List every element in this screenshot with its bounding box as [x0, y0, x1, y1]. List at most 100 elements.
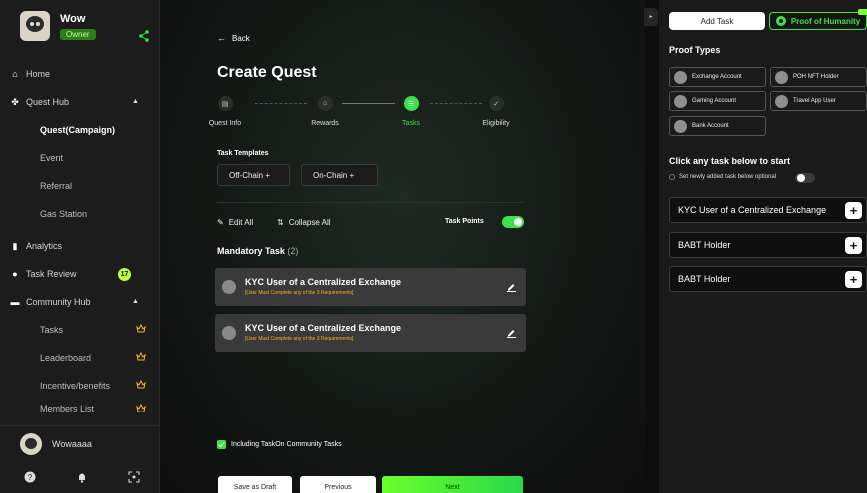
sidebar-item-leaderboard[interactable]: Leaderboard: [0, 344, 160, 372]
new-badge: [858, 9, 867, 15]
add-task-plus-button[interactable]: +: [845, 271, 862, 288]
step-tasks[interactable]: ☰ Tasks: [381, 96, 441, 127]
sidebar-item-quest-campaign[interactable]: Quest(Campaign): [0, 116, 160, 144]
sidebar-item-gas-station[interactable]: Gas Station: [0, 200, 160, 228]
task-radio[interactable]: [222, 326, 236, 340]
main-content: ← Back Create Quest ▤ Quest Info ⌂ Rewar…: [160, 0, 645, 493]
collapse-panel-button[interactable]: ▸: [644, 8, 658, 26]
sidebar-item-label: Incentive/benefits: [40, 381, 111, 391]
next-button[interactable]: Next: [382, 476, 523, 493]
quest-hub-icon: ✤: [11, 97, 19, 107]
task-radio[interactable]: [222, 280, 236, 294]
bell-icon[interactable]: [76, 471, 88, 483]
add-task-plus-button[interactable]: +: [845, 202, 862, 219]
sidebar-item-members-list[interactable]: Members List: [0, 400, 160, 412]
user-name: Wowaaaa: [52, 438, 92, 449]
previous-button[interactable]: Previous: [300, 476, 376, 493]
task-points-label: Task Points: [445, 218, 484, 225]
on-chain-button[interactable]: On-Chain +: [301, 164, 378, 186]
tab-proof-of-humanity[interactable]: Proof of Humanity: [769, 9, 867, 30]
proof-type-exchange-account[interactable]: Exchange Account: [669, 67, 766, 87]
task-card[interactable]: KYC User of a Centralized Exchange [User…: [215, 314, 526, 352]
edit-icon[interactable]: [506, 327, 517, 338]
proof-types-heading: Proof Types: [669, 45, 721, 55]
sidebar-item-community-hub[interactable]: ▬ Community Hub ▲: [0, 288, 160, 316]
task-name: KYC User of a Centralized Exchange: [245, 323, 402, 333]
tab-label: Proof of Humanity: [790, 16, 861, 26]
home-icon: ⌂: [12, 69, 18, 79]
sidebar-item-event[interactable]: Event: [0, 144, 160, 172]
collapse-all-label: Collapse All: [288, 218, 331, 227]
scan-icon[interactable]: [128, 471, 140, 483]
task-label: BABT Holder: [678, 240, 731, 250]
task-label: BABT Holder: [678, 274, 731, 284]
check-circle-icon: ✓: [488, 96, 504, 111]
task-subtitle: [User Must Complete any of the 3 Require…: [245, 290, 354, 296]
sidebar-item-referral[interactable]: Referral: [0, 172, 160, 200]
tab-add-task[interactable]: Add Task: [669, 12, 765, 30]
svg-text:?: ?: [28, 473, 33, 482]
proof-type-bank-account[interactable]: Bank Account: [669, 116, 766, 136]
crown-icon: [136, 352, 146, 361]
task-card[interactable]: KYC User of a Centralized Exchange [User…: [215, 268, 526, 306]
edit-all-button[interactable]: ✎ Edit All: [217, 218, 253, 227]
step-label: Tasks: [402, 120, 420, 127]
sidebar-item-label: Leaderboard: [40, 353, 92, 363]
task-points-toggle[interactable]: [502, 216, 524, 228]
include-checkbox[interactable]: [217, 440, 226, 449]
chat-icon: ▬: [10, 297, 20, 307]
sidebar-item-label: Analytics: [26, 241, 63, 251]
chevron-up-icon[interactable]: ▲: [132, 98, 139, 105]
sidebar-item-quest-hub[interactable]: ✤ Quest Hub ▲: [0, 88, 160, 116]
include-community-tasks[interactable]: Including TaskOn Community Tasks: [217, 440, 342, 449]
proof-type-gaming-account[interactable]: Gaming Account: [669, 91, 766, 111]
user-profile[interactable]: Wowaaaa: [0, 425, 160, 461]
task-name: KYC User of a Centralized Exchange: [245, 277, 402, 287]
proof-type-travel-app-user[interactable]: Travel App User: [770, 91, 867, 111]
collapse-all-button[interactable]: ⇅ Collapse All: [277, 218, 331, 227]
tasks-icon: ☰: [403, 96, 419, 111]
avatar: [20, 432, 42, 455]
collapse-icon: ⇅: [277, 218, 284, 227]
brand-header[interactable]: Wow Owner: [0, 0, 160, 52]
click-task-heading: Click any task below to start: [669, 156, 791, 166]
available-task-item[interactable]: BABT Holder +: [669, 232, 867, 258]
sidebar-item-task-review[interactable]: ● Task Review 17: [0, 260, 160, 288]
optional-radio[interactable]: [669, 174, 675, 180]
step-rewards[interactable]: ⌂ Rewards: [295, 96, 355, 127]
optional-toggle[interactable]: [795, 173, 815, 183]
crown-icon: [136, 404, 146, 412]
sidebar-item-label: Members List: [40, 404, 95, 412]
sidebar-item-home[interactable]: ⌂ Home: [0, 60, 160, 88]
proof-type-poh-nft-holder[interactable]: POH NFT Holder: [770, 67, 867, 87]
task-label: KYC User of a Centralized Exchange: [678, 205, 827, 215]
sidebar-item-label: Quest Hub: [26, 97, 70, 107]
sidebar-item-label: Tasks: [40, 325, 64, 335]
available-task-item[interactable]: KYC User of a Centralized Exchange +: [669, 197, 867, 223]
share-icon[interactable]: [139, 30, 149, 42]
sidebar-item-incentive[interactable]: Incentive/benefits: [0, 372, 160, 400]
crown-icon: [136, 380, 146, 389]
help-icon[interactable]: ?: [24, 471, 36, 483]
add-task-plus-button[interactable]: +: [845, 237, 862, 254]
step-quest-info[interactable]: ▤ Quest Info: [195, 96, 255, 127]
analytics-icon: ▮: [12, 241, 18, 251]
save-draft-button[interactable]: Save as Draft: [218, 476, 292, 493]
sidebar-item-label: Task Review: [26, 269, 77, 279]
document-icon: ▤: [217, 96, 233, 111]
brand-avatar: [20, 11, 50, 41]
step-label: Rewards: [311, 120, 339, 127]
sidebar-item-label: Event: [40, 153, 64, 163]
edit-icon[interactable]: [506, 281, 517, 292]
step-label: Eligibility: [482, 120, 510, 127]
off-chain-button[interactable]: Off-Chain +: [217, 164, 290, 186]
task-subtitle: [User Must Complete any of the 3 Require…: [245, 336, 354, 342]
sidebar-item-tasks[interactable]: Tasks: [0, 316, 160, 344]
chevron-up-icon[interactable]: ▲: [132, 298, 139, 305]
available-task-item[interactable]: BABT Holder +: [669, 266, 867, 292]
step-eligibility[interactable]: ✓ Eligibility: [466, 96, 526, 127]
back-button[interactable]: ← Back: [217, 33, 250, 43]
set-optional-row[interactable]: Set newly added task below optional: [669, 174, 776, 180]
sidebar-bottom-bar: ?: [0, 462, 160, 492]
sidebar-item-analytics[interactable]: ▮ Analytics: [0, 232, 160, 260]
